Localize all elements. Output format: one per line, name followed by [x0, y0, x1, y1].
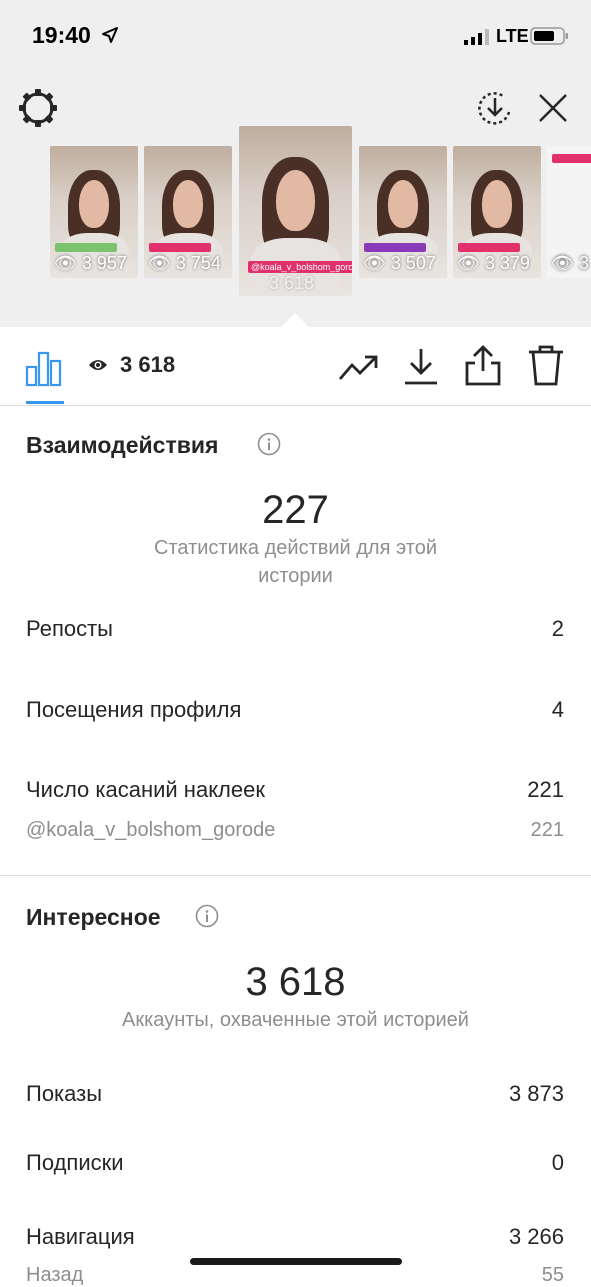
thumbnail-views: 👁 3 507 — [363, 253, 436, 273]
delete-trash-icon[interactable] — [527, 343, 565, 387]
story-thumbnail[interactable]: 👁 3 507 — [359, 146, 447, 278]
sticker-taps-value: 221 — [527, 777, 564, 802]
sticker-mention-label: @koala_v_bolshom_gorode — [26, 819, 276, 841]
thumbnail-views: 👁 3 754 — [148, 253, 221, 273]
story-thumbnail-selected[interactable]: @koala_v_bolshom_gorode 3 618 — [239, 126, 352, 296]
story-thumbnail[interactable]: 👁 3 379 — [453, 146, 541, 278]
shares-value: 2 — [551, 616, 564, 641]
interactions-info-icon[interactable] — [257, 432, 281, 456]
section-divider — [0, 875, 591, 876]
insights-bar-chart-icon[interactable] — [24, 347, 64, 387]
insights-toolbar: 3 618 — [0, 327, 591, 406]
sticker-taps-label: Число касаний наклеек — [26, 777, 265, 802]
profile-visits-value: 4 — [551, 697, 564, 722]
story-thumbnail[interactable]: 👁 3 957 — [50, 146, 138, 278]
follows-value: 0 — [551, 1150, 564, 1175]
impressions-value: 3 873 — [508, 1081, 564, 1106]
download-icon[interactable] — [402, 345, 440, 387]
thumbnail-sticker: @koala_v_bolshom_gorode — [248, 261, 352, 273]
discovery-info-icon[interactable] — [195, 904, 219, 928]
back-value: 55 — [541, 1264, 564, 1286]
battery-icon — [530, 27, 568, 45]
interactions-title: Взаимодействия — [26, 432, 219, 458]
active-tab-indicator — [26, 401, 64, 404]
reach-caption: Аккаунты, охваченные этой историей — [122, 1009, 469, 1031]
thumbnail-views: 👁 3 — [551, 253, 589, 273]
eye-icon — [89, 360, 107, 370]
reach-total: 3 618 — [245, 960, 346, 1004]
shares-label: Репосты — [26, 616, 113, 641]
follows-label: Подписки — [26, 1150, 124, 1175]
thumbnail-views: 👁 3 957 — [54, 253, 127, 273]
back-label: Назад — [26, 1264, 84, 1286]
status-bar: 19:40 LTE — [0, 0, 591, 72]
interactions-caption: Статистика действий для этой истории — [154, 537, 437, 587]
story-thumbnail[interactable]: 👁 3 — [547, 146, 591, 278]
selected-pointer — [281, 313, 309, 327]
location-arrow-icon — [102, 27, 118, 43]
signal-icon — [464, 29, 489, 45]
story-carousel-area: 19:40 LTE 👁 3 957 👁 3 754 @koala_v_bolsh… — [0, 0, 591, 327]
thumbnail-views: 👁 3 379 — [457, 253, 530, 273]
story-thumbnails: 👁 3 957 👁 3 754 @koala_v_bolshom_gorode … — [0, 120, 591, 310]
thumbnail-views: 3 618 — [269, 273, 315, 293]
impressions-label: Показы — [26, 1081, 103, 1106]
interactions-total: 227 — [262, 488, 329, 532]
discovery-title: Интересное — [26, 904, 161, 930]
status-time: 19:40 — [32, 22, 91, 48]
story-thumbnail[interactable]: 👁 3 754 — [144, 146, 232, 278]
share-icon[interactable] — [464, 343, 502, 387]
navigation-value: 3 266 — [508, 1224, 564, 1249]
sticker-mention-value: 221 — [530, 819, 564, 841]
profile-visits-label: Посещения профиля — [26, 697, 242, 722]
promote-trend-icon[interactable] — [338, 347, 380, 387]
viewers-count[interactable]: 3 618 — [120, 352, 175, 378]
network-label: LTE — [496, 26, 529, 46]
navigation-label: Навигация — [26, 1224, 135, 1249]
home-indicator[interactable] — [190, 1258, 402, 1265]
